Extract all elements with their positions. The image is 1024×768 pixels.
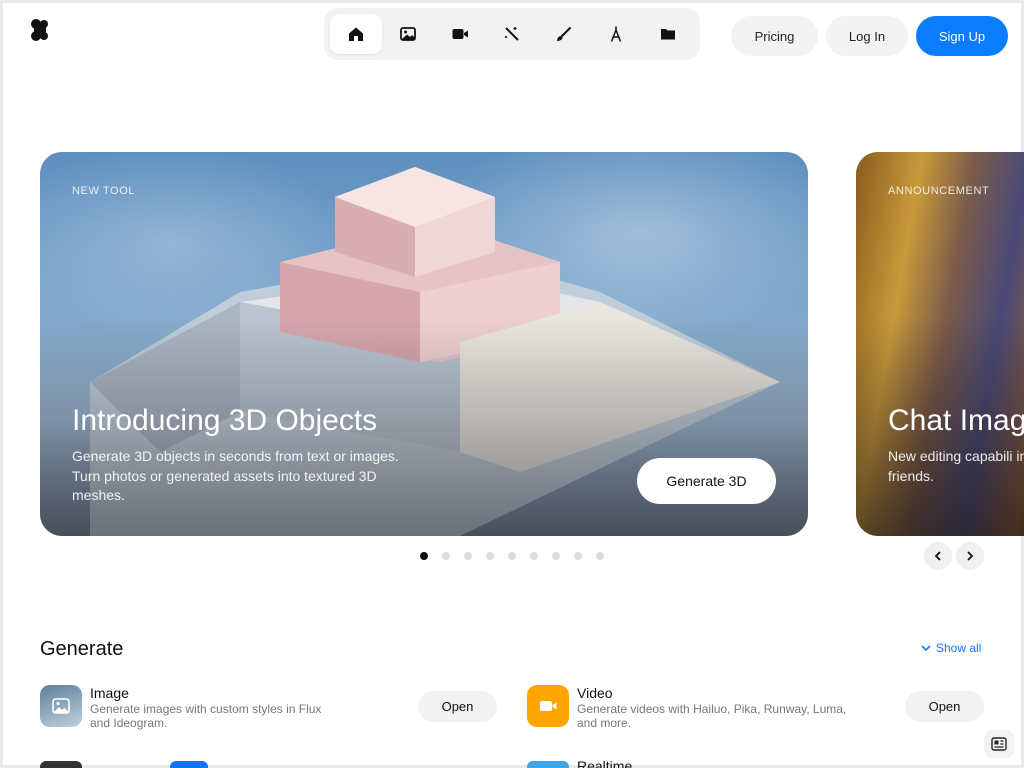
nav-enhance[interactable]: [486, 14, 538, 54]
tool-tile-peek: [527, 761, 569, 768]
nav-assets[interactable]: [642, 14, 694, 54]
nav-home[interactable]: [330, 14, 382, 54]
hero-card-chat-image[interactable]: ANNOUNCEMENT Chat Imag New editing capab…: [856, 152, 1024, 536]
carousel-prev-button[interactable]: [924, 542, 952, 570]
signup-button[interactable]: Sign Up: [916, 16, 1008, 56]
tool-tile-peek: [170, 761, 208, 768]
image-icon: [52, 698, 70, 714]
tool-item-image[interactable]: Image Generate images with custom styles…: [40, 685, 500, 730]
show-all-link[interactable]: Show all: [920, 641, 981, 655]
hero-card-eyebrow: ANNOUNCEMENT: [888, 185, 990, 197]
hero-card-3d-objects[interactable]: NEW TOOL Introducing 3D Objects Generate…: [40, 152, 808, 536]
tool-name: Image: [90, 685, 129, 701]
tool-description: Generate images with custom styles in Fl…: [90, 702, 322, 730]
brush-icon: [557, 26, 572, 41]
newspaper-icon: [991, 737, 1007, 751]
tool-tile-peek: [40, 761, 82, 768]
carousel-dot[interactable]: [486, 552, 494, 560]
hero-card-description: New editing capabili into paintings, swa…: [888, 448, 1024, 484]
pricing-button[interactable]: Pricing: [731, 16, 818, 56]
carousel-dots: [420, 552, 604, 560]
carousel-dot[interactable]: [552, 552, 560, 560]
feed-toggle-button[interactable]: [984, 730, 1014, 758]
hero-card-eyebrow: NEW TOOL: [72, 185, 136, 197]
chevron-right-icon: [967, 551, 974, 561]
tool-video-tile: [527, 685, 569, 727]
hero-card-title: Introducing 3D Objects: [72, 404, 378, 437]
nav-video[interactable]: [434, 14, 486, 54]
chevron-down-icon: [921, 645, 931, 652]
carousel-dot[interactable]: [464, 552, 472, 560]
magic-wand-icon: [505, 27, 519, 41]
folder-icon: [661, 29, 675, 40]
pen-nib-icon: [610, 26, 622, 42]
carousel-dot[interactable]: [574, 552, 582, 560]
carousel-dot[interactable]: [420, 552, 428, 560]
carousel-dot[interactable]: [530, 552, 538, 560]
tool-item-video[interactable]: Video Generate videos with Hailuo, Pika,…: [527, 685, 987, 730]
nav-image[interactable]: [382, 14, 434, 54]
video-camera-icon: [452, 29, 468, 39]
carousel-next-button[interactable]: [956, 542, 984, 570]
top-nav: [324, 8, 700, 60]
nav-edit[interactable]: [538, 14, 590, 54]
generate-section-title: Generate: [40, 638, 124, 660]
hero-card-description: Generate 3D objects in seconds from text…: [72, 448, 399, 503]
login-button[interactable]: Log In: [826, 16, 908, 56]
carousel-dot[interactable]: [596, 552, 604, 560]
image-icon: [400, 27, 416, 41]
generate-3d-button[interactable]: Generate 3D: [637, 458, 776, 504]
tool-description: Generate videos with Hailuo, Pika, Runwa…: [577, 702, 847, 730]
tool-image-tile: [40, 685, 82, 727]
carousel-dot[interactable]: [508, 552, 516, 560]
tool-name: Video: [577, 685, 613, 701]
home-icon: [349, 27, 363, 41]
open-image-button[interactable]: Open: [418, 691, 497, 722]
nav-train[interactable]: [590, 14, 642, 54]
show-all-label: Show all: [936, 641, 982, 655]
video-camera-icon: [540, 701, 557, 711]
carousel-dot[interactable]: [442, 552, 450, 560]
open-video-button[interactable]: Open: [905, 691, 984, 722]
tool-name: Realtime: [577, 758, 633, 768]
chevron-left-icon: [934, 551, 941, 561]
krea-logo-icon[interactable]: [30, 18, 50, 42]
hero-card-title: Chat Imag: [888, 404, 1024, 437]
